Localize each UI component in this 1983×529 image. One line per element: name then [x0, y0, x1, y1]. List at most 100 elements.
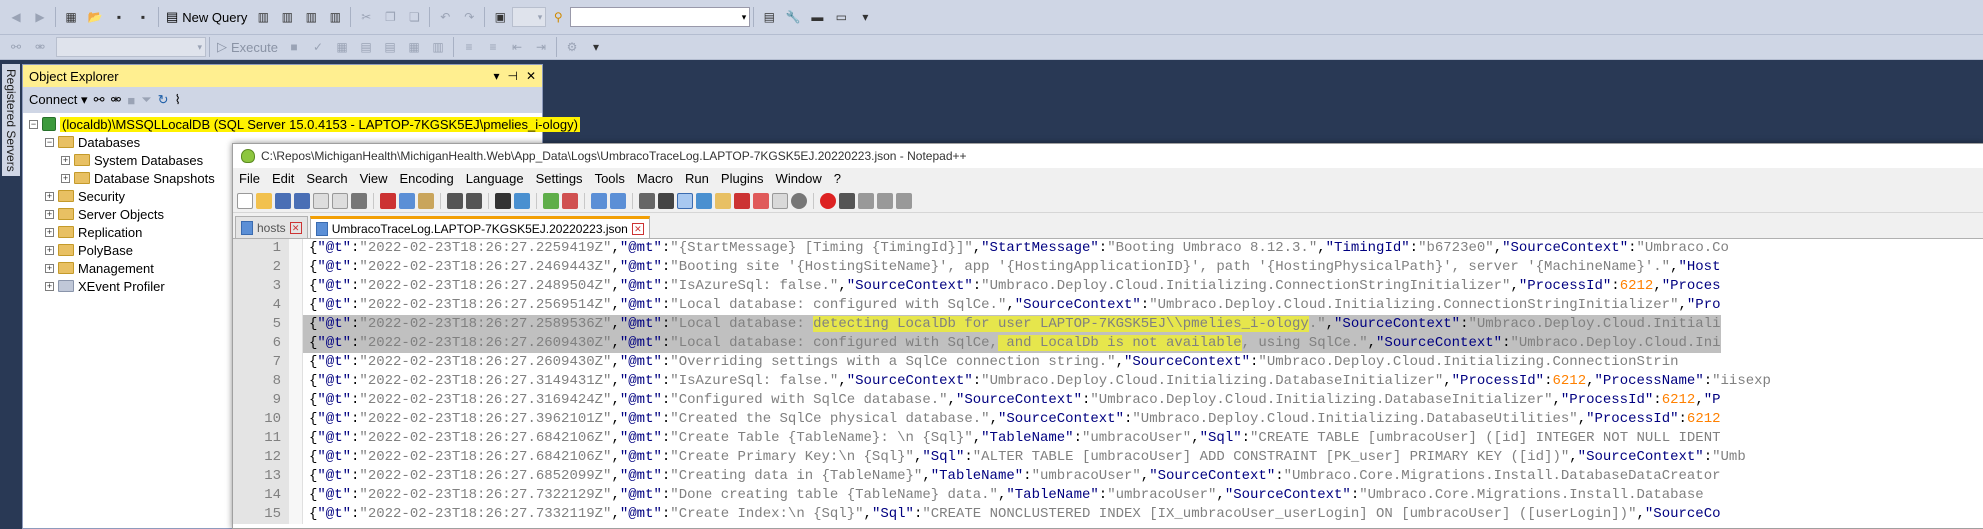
macro-record-icon[interactable] — [820, 192, 836, 209]
toolbar-options-icon[interactable]: ▾ — [854, 6, 876, 28]
menu-encoding[interactable]: Encoding — [400, 171, 454, 186]
tree-node-server[interactable]: − (localdb)\MSSQLLocalDB (SQL Server 15.… — [23, 115, 580, 133]
fold-margin[interactable] — [289, 467, 303, 486]
xmla-icon[interactable]: ▥ — [300, 6, 322, 28]
connect-icon[interactable]: ⚯ — [5, 36, 27, 58]
intellisense-icon[interactable]: ▤ — [355, 36, 377, 58]
function-list-icon[interactable] — [734, 192, 750, 209]
save-all-icon[interactable]: ▪ — [132, 6, 154, 28]
stop-icon[interactable]: ■ — [283, 36, 305, 58]
word-wrap-icon[interactable] — [639, 192, 655, 209]
save-icon[interactable] — [275, 192, 291, 209]
close-file-icon[interactable] — [313, 192, 329, 209]
tab-hosts[interactable]: hosts ✕ — [235, 216, 308, 238]
forward-icon[interactable]: ▶ — [29, 6, 51, 28]
collapse-icon[interactable]: − — [45, 137, 54, 147]
parse-icon[interactable]: ✓ — [307, 36, 329, 58]
expand-icon[interactable]: + — [45, 281, 54, 291]
show-all-chars-icon[interactable] — [658, 192, 674, 209]
menu-edit[interactable]: Edit — [272, 171, 294, 186]
menu-file[interactable]: File — [239, 171, 260, 186]
pin-icon[interactable]: ⊣ — [507, 69, 517, 83]
sync-vertical-icon[interactable] — [591, 192, 607, 209]
tab-close-icon[interactable]: ✕ — [289, 221, 302, 234]
udl-icon[interactable] — [696, 192, 712, 209]
fold-margin[interactable] — [289, 505, 303, 524]
cut-icon[interactable]: ✂ — [355, 6, 377, 28]
paste-icon[interactable] — [418, 192, 434, 209]
editor-line[interactable]: 3 {"@t":"2022-02-23T18:26:27.2489504Z","@… — [233, 277, 1983, 296]
zoom-in-icon[interactable] — [543, 192, 559, 209]
new-query-button[interactable]: ▤ New Query — [162, 6, 251, 28]
editor-line[interactable]: 6 {"@t":"2022-02-23T18:26:27.2609430Z","@… — [233, 334, 1983, 353]
fold-margin[interactable] — [289, 391, 303, 410]
expand-icon[interactable]: + — [61, 155, 70, 165]
menu-tools[interactable]: Tools — [595, 171, 625, 186]
comment-icon[interactable]: ≡ — [458, 36, 480, 58]
activity-icon[interactable]: ⌇ — [175, 92, 181, 108]
eye-icon[interactable] — [791, 192, 807, 209]
connect-button[interactable]: Connect ▾ — [29, 92, 88, 108]
menu-search[interactable]: Search — [306, 171, 347, 186]
fold-margin[interactable] — [289, 258, 303, 277]
find-combo[interactable]: ▾ — [570, 7, 751, 27]
new-file-icon[interactable] — [237, 192, 253, 209]
editor-line[interactable]: 7 {"@t":"2022-02-23T18:26:27.2609430Z","@… — [233, 353, 1983, 372]
menu-language[interactable]: Language — [466, 171, 524, 186]
macro-run-multiple-icon[interactable] — [877, 192, 893, 209]
results-grid-icon[interactable]: ▦ — [403, 36, 425, 58]
refresh-icon[interactable]: ↻ — [158, 92, 169, 108]
fold-margin[interactable] — [289, 296, 303, 315]
find-icon[interactable] — [495, 192, 511, 209]
registered-servers-tab[interactable]: Registered Servers — [2, 64, 20, 176]
specify-values-icon[interactable]: ⚙ — [561, 36, 583, 58]
editor-line[interactable]: 5 {"@t":"2022-02-23T18:26:27.2589536Z","@… — [233, 315, 1983, 334]
editor-line[interactable]: 14 {"@t":"2022-02-23T18:26:27.7322129Z","… — [233, 486, 1983, 505]
expand-icon[interactable]: + — [45, 227, 54, 237]
expand-icon[interactable]: + — [45, 191, 54, 201]
editor-line[interactable]: 11 {"@t":"2022-02-23T18:26:27.6842106Z","… — [233, 429, 1983, 448]
open-file-icon[interactable] — [256, 192, 272, 209]
expand-icon[interactable]: + — [61, 173, 70, 183]
disconnect-server-icon[interactable]: ⚮ — [110, 92, 121, 108]
available-databases-dropdown[interactable]: ▾ — [56, 37, 206, 57]
editor-line[interactable]: 15 {"@t":"2022-02-23T18:26:27.7332119Z","… — [233, 505, 1983, 524]
save-all-icon[interactable] — [294, 192, 310, 209]
object-explorer-titlebar[interactable]: Object Explorer ▾ ⊣ ✕ — [23, 65, 542, 87]
wrench-icon[interactable]: 🔧 — [782, 6, 804, 28]
plan-icon[interactable]: ▦ — [331, 36, 353, 58]
expand-icon[interactable]: + — [45, 263, 54, 273]
macro-save-icon[interactable] — [896, 192, 912, 209]
indent-guide-icon[interactable] — [677, 192, 693, 209]
search-icon[interactable]: ⚲ — [547, 6, 569, 28]
expand-icon[interactable]: + — [45, 209, 54, 219]
close-all-icon[interactable] — [332, 192, 348, 209]
monitoring-icon[interactable] — [772, 192, 788, 209]
results-text-icon[interactable]: ▤ — [379, 36, 401, 58]
window-icon[interactable]: ▭ — [830, 6, 852, 28]
window-position-icon[interactable]: ▾ — [493, 69, 499, 83]
fold-margin[interactable] — [289, 410, 303, 429]
macro-play-icon[interactable] — [858, 192, 874, 209]
fold-margin[interactable] — [289, 353, 303, 372]
new-project-icon[interactable]: ▦ — [60, 6, 82, 28]
close-icon[interactable]: ✕ — [526, 69, 536, 83]
macro-stop-icon[interactable] — [839, 192, 855, 209]
fold-margin[interactable] — [289, 315, 303, 334]
print-icon[interactable] — [351, 192, 367, 209]
editor-area[interactable]: 1 {"@t":"2022-02-23T18:26:27.2259419Z","@… — [233, 239, 1983, 528]
paste-icon[interactable]: ❏ — [403, 6, 425, 28]
tab-close-icon[interactable]: ✕ — [631, 222, 644, 235]
replace-icon[interactable] — [514, 192, 530, 209]
solution-config-dropdown[interactable]: ▾ — [512, 7, 547, 27]
copy-icon[interactable] — [399, 192, 415, 209]
menu-settings[interactable]: Settings — [536, 171, 583, 186]
fold-margin[interactable] — [289, 334, 303, 353]
editor-line[interactable]: 13 {"@t":"2022-02-23T18:26:27.6852099Z","… — [233, 467, 1983, 486]
editor-line[interactable]: 12 {"@t":"2022-02-23T18:26:27.6842106Z","… — [233, 448, 1983, 467]
toolbox-icon[interactable]: ▬ — [806, 6, 828, 28]
undo-icon[interactable] — [447, 192, 463, 209]
editor-line[interactable]: 9 {"@t":"2022-02-23T18:26:27.3169424Z","@… — [233, 391, 1983, 410]
copy-icon[interactable]: ❐ — [379, 6, 401, 28]
redo-icon[interactable]: ↷ — [458, 6, 480, 28]
